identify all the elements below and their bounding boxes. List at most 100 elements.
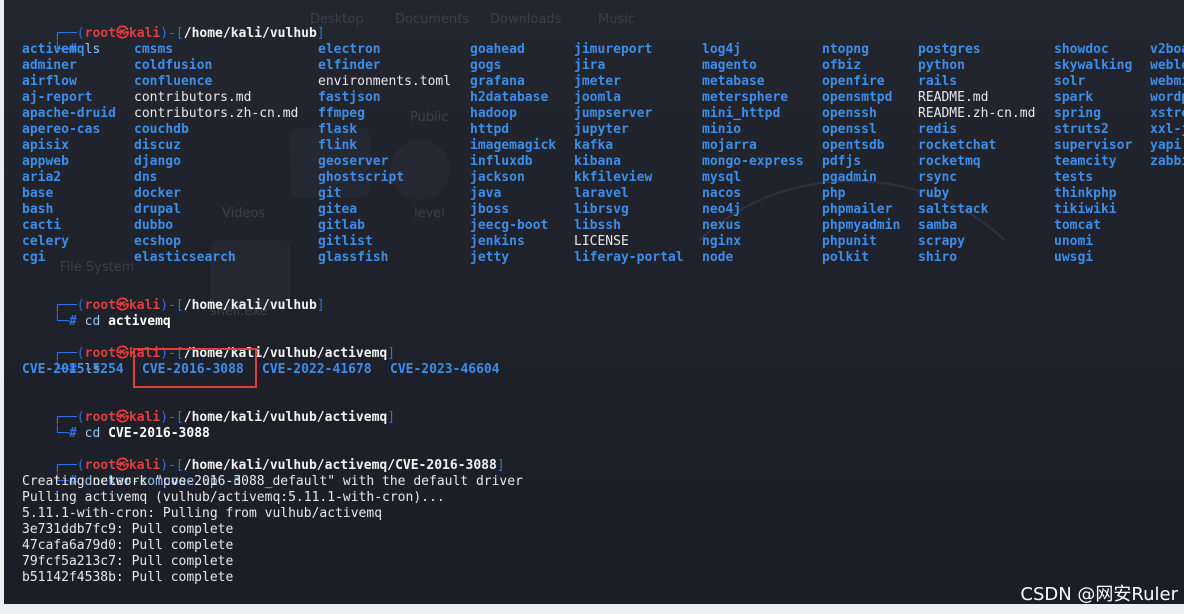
prompt-line: ┌──(root㉿kali)-[/home/kali/vulhub] [53, 26, 325, 41]
ls-dir-entry: cmsms [134, 42, 174, 57]
ls-dir-entry: gitea [318, 202, 358, 217]
ls-dir-entry: xstream [1150, 106, 1184, 121]
ls-dir-entry: django [134, 154, 181, 169]
bg-label: Documents [395, 12, 470, 27]
ls-dir-entry: rocketchat [918, 138, 997, 153]
ls-dir-entry: yapi [1150, 138, 1182, 153]
ls-dir-entry: pgadmin [822, 170, 877, 185]
ls-file-entry: contributors.zh-cn.md [134, 106, 299, 121]
ls-dir-entry: rocketmq [918, 154, 981, 169]
ls-dir-entry: couchdb [134, 122, 189, 137]
ls-dir-entry: liferay-portal [574, 250, 684, 265]
ls-dir-entry: neo4j [702, 202, 742, 217]
ls-dir-entry: webmin [1150, 74, 1184, 89]
ls-dir-entry: jackson [470, 170, 525, 185]
bg-label: Music [598, 12, 635, 27]
ls-dir-entry: ecshop [134, 234, 181, 249]
ls-dir-entry: node [702, 250, 734, 265]
ls-dir-entry: xxl-job [1150, 122, 1184, 137]
cve-dir: CVE-2022-41678 [262, 362, 372, 377]
cve-dir: CVE-2015-5254 [22, 362, 124, 377]
ls-dir-entry: python [918, 58, 965, 73]
ls-dir-entry: weblogic [1150, 58, 1184, 73]
output-line: 79fcf5a213c7: Pull complete [22, 554, 234, 569]
ls-dir-entry: aj-report [22, 90, 93, 105]
ls-dir-entry: grafana [470, 74, 525, 89]
ls-dir-entry: joomla [574, 90, 621, 105]
ls-dir-entry: saltstack [918, 202, 989, 217]
ls-dir-entry: base [22, 186, 54, 201]
terminal-window[interactable]: Desktop Documents Downloads Music Public… [0, 0, 1184, 604]
ls-file-entry: environments.toml [318, 74, 452, 89]
ls-dir-entry: jmeter [574, 74, 621, 89]
csdn-watermark: CSDN @网安Ruler [1020, 584, 1178, 604]
highlight-box [133, 348, 257, 388]
ls-dir-entry: skywalking [1054, 58, 1133, 73]
status-bar [0, 604, 1184, 614]
ls-dir-entry: openssl [822, 122, 877, 137]
prompt-line: ┌──(root㉿kali)-[/home/kali/vulhub/active… [53, 458, 505, 473]
ls-dir-entry: ghostscript [318, 170, 405, 185]
ls-dir-entry: nexus [702, 218, 742, 233]
ls-dir-entry: phpunit [822, 234, 877, 249]
ls-dir-entry: influxdb [470, 154, 533, 169]
ls-file-entry: LICENSE [574, 234, 629, 249]
ls-dir-entry: dns [134, 170, 158, 185]
ls-dir-entry: uwsgi [1054, 250, 1094, 265]
ls-dir-entry: teamcity [1054, 154, 1117, 169]
ls-dir-entry: shiro [918, 250, 958, 265]
ls-dir-entry: showdoc [1054, 42, 1109, 57]
ls-dir-entry: drupal [134, 202, 181, 217]
ls-file-entry: README.zh-cn.md [918, 106, 1036, 121]
bg-label: Downloads [490, 12, 562, 27]
ls-dir-entry: ofbiz [822, 58, 862, 73]
ls-dir-entry: kibana [574, 154, 621, 169]
ls-dir-entry: gogs [470, 58, 502, 73]
ls-dir-entry: airflow [22, 74, 77, 89]
bg-label: level [414, 206, 445, 221]
output-line: 5.11.1-with-cron: Pulling from vulhub/ac… [22, 506, 383, 521]
ls-dir-entry: librsvg [574, 202, 629, 217]
ls-dir-entry: pdfjs [822, 154, 862, 169]
ls-dir-entry: unomi [1054, 234, 1094, 249]
cve-dir: CVE-2023-46604 [390, 362, 500, 377]
window-left-edge [0, 0, 4, 604]
ls-dir-entry: jupyter [574, 122, 629, 137]
bg-label: File System [60, 260, 135, 275]
ls-dir-entry: httpd [470, 122, 510, 137]
ls-dir-entry: mojarra [702, 138, 757, 153]
ls-dir-entry: ffmpeg [318, 106, 365, 121]
ls-dir-entry: phpmyadmin [822, 218, 901, 233]
ls-dir-entry: electron [318, 42, 381, 57]
ls-dir-entry: flask [318, 122, 358, 137]
ls-dir-entry: jboss [470, 202, 510, 217]
ls-dir-entry: apisix [22, 138, 69, 153]
ls-dir-entry: mysql [702, 170, 742, 185]
ls-dir-entry: h2database [470, 90, 549, 105]
ls-dir-entry: goahead [470, 42, 525, 57]
ls-dir-entry: confluence [134, 74, 213, 89]
ls-dir-entry: scrapy [918, 234, 965, 249]
ls-dir-entry: rsync [918, 170, 958, 185]
ls-dir-entry: thinkphp [1054, 186, 1117, 201]
ls-dir-entry: git [318, 186, 342, 201]
ls-dir-entry: tikiwiki [1054, 202, 1117, 217]
command-line: └─# cd CVE-2016-3088 [53, 426, 210, 441]
ls-dir-entry: v2board [1150, 42, 1184, 57]
ls-dir-entry: libssh [574, 218, 621, 233]
ls-dir-entry: tomcat [1054, 218, 1101, 233]
ls-dir-entry: metersphere [702, 90, 789, 105]
bg-label: Videos [222, 206, 266, 221]
ls-dir-entry: supervisor [1054, 138, 1133, 153]
ls-dir-entry: laravel [574, 186, 629, 201]
ls-dir-entry: jimureport [574, 42, 653, 57]
bg-label: Public [410, 110, 449, 125]
command-line: └─# ls [53, 362, 101, 377]
ls-dir-entry: coldfusion [134, 58, 213, 73]
command-line: └─# cd activemq [53, 314, 171, 329]
ls-dir-entry: docker [134, 186, 181, 201]
ls-dir-entry: opensmtpd [822, 90, 893, 105]
ls-file-entry: contributors.md [134, 90, 252, 105]
ls-dir-entry: wordpress [1150, 90, 1184, 105]
ls-dir-entry: zabbix [1150, 154, 1184, 169]
